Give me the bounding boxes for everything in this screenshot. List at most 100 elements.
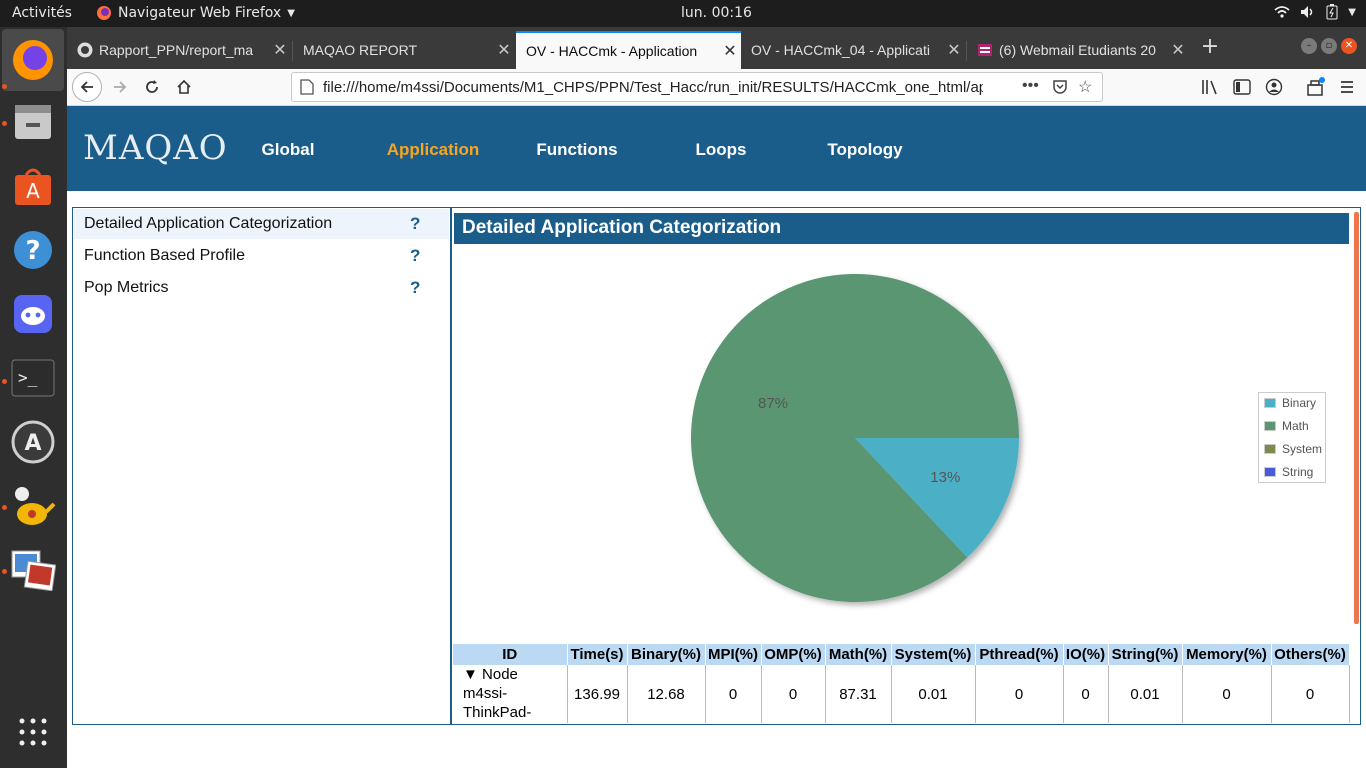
chart-legend: Binary Math System String — [1258, 392, 1326, 483]
tab-label: (6) Webmail Etudiants 20 — [999, 42, 1156, 58]
hamburger-menu-icon[interactable] — [1339, 79, 1355, 95]
column-header[interactable]: Others(%) — [1271, 644, 1350, 665]
maximize-button[interactable]: ▫ — [1321, 38, 1337, 54]
tab-haccmk-04[interactable]: OV - HACCmk_04 - Applicati ✕ — [741, 31, 965, 69]
nav-functions[interactable]: Functions — [517, 140, 637, 160]
url-bar[interactable]: file:///home/m4ssi/Documents/M1_CHPS/PPN… — [291, 72, 1103, 102]
dock-software[interactable]: A — [8, 161, 58, 211]
maqao-header: MAQAO Global Application Functions Loops… — [67, 106, 1366, 191]
help-icon[interactable]: ? — [410, 214, 420, 234]
image-viewer-icon — [11, 550, 56, 591]
menu-item-label: Function Based Profile — [84, 247, 245, 264]
app-menu[interactable]: Navigateur Web Firefox ▼ — [96, 5, 295, 21]
svg-text:A: A — [26, 179, 40, 203]
column-header[interactable]: MPI(%) — [705, 644, 762, 665]
table-row[interactable]: ▼ Node m4ssi- ThinkPad- 136.99 12.68 0 0… — [453, 665, 1350, 723]
menu-item-function-profile[interactable]: Function Based Profile ? — [74, 241, 449, 271]
svg-text:?: ? — [25, 236, 40, 266]
clock[interactable]: lun. 00:16 — [681, 5, 752, 21]
system-tray[interactable]: ▼ — [1274, 4, 1356, 20]
menu-item-detailed-categorization[interactable]: Detailed Application Categorization ? — [74, 209, 449, 239]
software-center-icon: A — [15, 168, 51, 205]
system-cell: 0.01 — [891, 665, 976, 723]
close-icon[interactable]: ✕ — [493, 40, 515, 60]
legend-swatch — [1264, 444, 1276, 454]
home-button[interactable] — [169, 72, 199, 102]
omp-cell: 0 — [761, 665, 826, 723]
forward-button[interactable] — [105, 72, 135, 102]
dock-files[interactable] — [8, 97, 58, 147]
menu-item-pop-metrics[interactable]: Pop Metrics ? — [74, 273, 449, 303]
dock-terminal[interactable]: >_ — [8, 353, 58, 403]
dock-firefox[interactable] — [2, 29, 64, 91]
page-actions-icon[interactable]: ••• — [1022, 77, 1039, 95]
panel-title: Detailed Application Categorization — [454, 213, 1349, 244]
column-header[interactable]: String(%) — [1108, 644, 1183, 665]
bookmark-star-icon[interactable]: ☆ — [1078, 77, 1092, 97]
new-tab-button[interactable]: + — [1195, 33, 1225, 63]
close-icon[interactable]: ✕ — [943, 40, 965, 60]
column-header[interactable]: Math(%) — [825, 644, 892, 665]
reload-button[interactable] — [137, 72, 167, 102]
battery-icon — [1326, 4, 1338, 20]
app-menu-label: Navigateur Web Firefox — [118, 5, 282, 21]
column-header[interactable]: OMP(%) — [761, 644, 826, 665]
firefox-icon — [13, 40, 53, 80]
nav-loops[interactable]: Loops — [661, 140, 781, 160]
column-header[interactable]: IO(%) — [1063, 644, 1109, 665]
tab-maqao-report[interactable]: MAQAO REPORT ✕ — [293, 31, 515, 69]
close-icon[interactable]: ✕ — [1167, 40, 1189, 60]
software-updater-icon: A — [11, 420, 55, 464]
minimize-button[interactable]: – — [1301, 38, 1317, 54]
nav-topology[interactable]: Topology — [805, 140, 925, 160]
nav-global[interactable]: Global — [228, 140, 348, 160]
chevron-down-icon: ▼ — [1348, 6, 1356, 18]
scrollbar[interactable] — [1354, 212, 1359, 624]
pocket-icon[interactable] — [1052, 79, 1068, 95]
close-icon[interactable]: ✕ — [269, 40, 291, 60]
url-text[interactable]: file:///home/m4ssi/Documents/M1_CHPS/PPN… — [323, 79, 983, 96]
close-icon[interactable]: ✕ — [719, 41, 741, 61]
column-header[interactable]: Binary(%) — [627, 644, 706, 665]
show-applications-button[interactable] — [8, 707, 58, 757]
discord-icon — [14, 295, 52, 333]
teapot-icon — [15, 487, 56, 525]
column-header[interactable]: System(%) — [891, 644, 976, 665]
pie-chart: 13% 87% — [691, 274, 1019, 602]
activities-button[interactable]: Activités — [12, 5, 72, 21]
library-icon[interactable] — [1201, 79, 1219, 95]
legend-item: Math — [1264, 418, 1309, 434]
column-header[interactable]: Pthread(%) — [975, 644, 1064, 665]
column-header[interactable]: Memory(%) — [1182, 644, 1272, 665]
nav-application[interactable]: Application — [373, 140, 493, 160]
dock-help[interactable]: ? — [8, 225, 58, 275]
help-icon: ? — [14, 231, 52, 269]
node-name-line: m4ssi- — [463, 685, 508, 702]
pthread-cell: 0 — [975, 665, 1064, 723]
column-header[interactable]: ID — [453, 644, 568, 665]
dock-discord[interactable] — [8, 289, 58, 339]
help-icon[interactable]: ? — [410, 246, 420, 266]
back-button[interactable] — [72, 72, 102, 102]
dock-updater[interactable]: A — [8, 417, 58, 467]
account-icon[interactable] — [1265, 78, 1283, 96]
back-arrow-icon — [80, 81, 93, 93]
help-icon[interactable]: ? — [410, 278, 420, 298]
table-header-row: ID Time(s) Binary(%) MPI(%) OMP(%) Math(… — [453, 644, 1350, 665]
sidebar-icon[interactable] — [1233, 79, 1251, 95]
legend-label: System — [1282, 442, 1323, 456]
close-window-button[interactable]: ✕ — [1341, 38, 1357, 54]
math-cell: 87.31 — [825, 665, 892, 723]
column-header[interactable]: Time(s) — [567, 644, 628, 665]
webmail-icon — [978, 44, 992, 56]
tab-webmail[interactable]: (6) Webmail Etudiants 20 ✕ — [967, 31, 1189, 69]
extensions-icon[interactable] — [1306, 77, 1326, 97]
left-menu: Detailed Application Categorization ? Fu… — [72, 207, 451, 725]
node-id-cell[interactable]: ▼ Node m4ssi- ThinkPad- — [453, 665, 568, 723]
dock-image-viewer[interactable] — [8, 545, 58, 595]
dock-genie[interactable] — [8, 481, 58, 531]
tab-rapport[interactable]: Rapport_PPN/report_ma ✕ — [67, 31, 291, 69]
string-cell: 0.01 — [1108, 665, 1183, 723]
tab-haccmk-application[interactable]: OV - HACCmk - Application ✕ — [516, 31, 741, 69]
node-toggle[interactable]: ▼ Node — [463, 665, 567, 684]
